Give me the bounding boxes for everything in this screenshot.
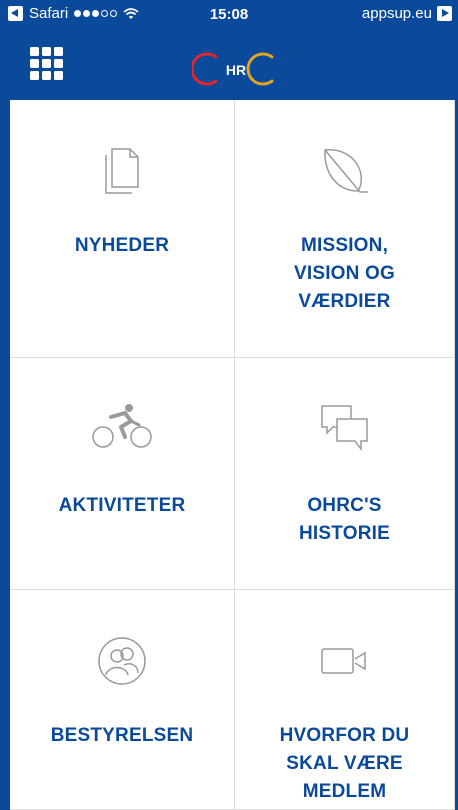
left-edge	[0, 100, 10, 810]
documents-icon	[105, 148, 139, 194]
people-icon	[98, 637, 146, 685]
tile-aktiviteter[interactable]: AKTIVITETER	[10, 358, 235, 590]
tile-historie[interactable]: OHRC'S HISTORIE	[235, 358, 455, 590]
domain-label: appsup.eu	[361, 5, 432, 22]
tile-mission[interactable]: MISSION, VISION OG VÆRDIER	[235, 100, 455, 358]
status-bar: Safari 15:08 appsup.eu	[0, 0, 458, 30]
tile-hvorfor[interactable]: HVORFOR DU SKAL VÆRE MEDLEM	[235, 590, 455, 810]
tile-label: NYHEDER	[74, 235, 170, 256]
leaf-icon	[323, 149, 368, 193]
app-frame: Safari 15:08 appsup.eu HR NYHEDER MISSIO…	[0, 0, 458, 810]
page-domain[interactable]: appsup.eu	[362, 5, 452, 22]
grid-menu-icon[interactable]	[30, 47, 63, 80]
tile-label: MISSION, VISION OG VÆRDIER	[293, 235, 396, 312]
video-camera-icon	[320, 648, 366, 674]
tile-nyheder[interactable]: NYHEDER	[10, 100, 235, 358]
ohrc-logo[interactable]: HR	[192, 49, 278, 89]
tiles-grid: NYHEDER MISSION, VISION OG VÆRDIER AKTIV…	[10, 100, 455, 810]
svg-text:HR: HR	[226, 62, 246, 78]
tile-label: HVORFOR DU SKAL VÆRE MEDLEM	[279, 725, 410, 802]
tile-bestyrelsen[interactable]: BESTYRELSEN	[10, 590, 235, 810]
tile-label: AKTIVITETER	[58, 495, 186, 516]
speech-bubbles-icon	[320, 405, 368, 452]
cyclist-icon	[92, 404, 152, 448]
app-header: Safari 15:08 appsup.eu HR	[0, 0, 458, 100]
tile-label: OHRC'S HISTORIE	[299, 495, 390, 544]
forward-arrow-icon	[437, 6, 452, 21]
tile-label: BESTYRELSEN	[50, 725, 194, 746]
